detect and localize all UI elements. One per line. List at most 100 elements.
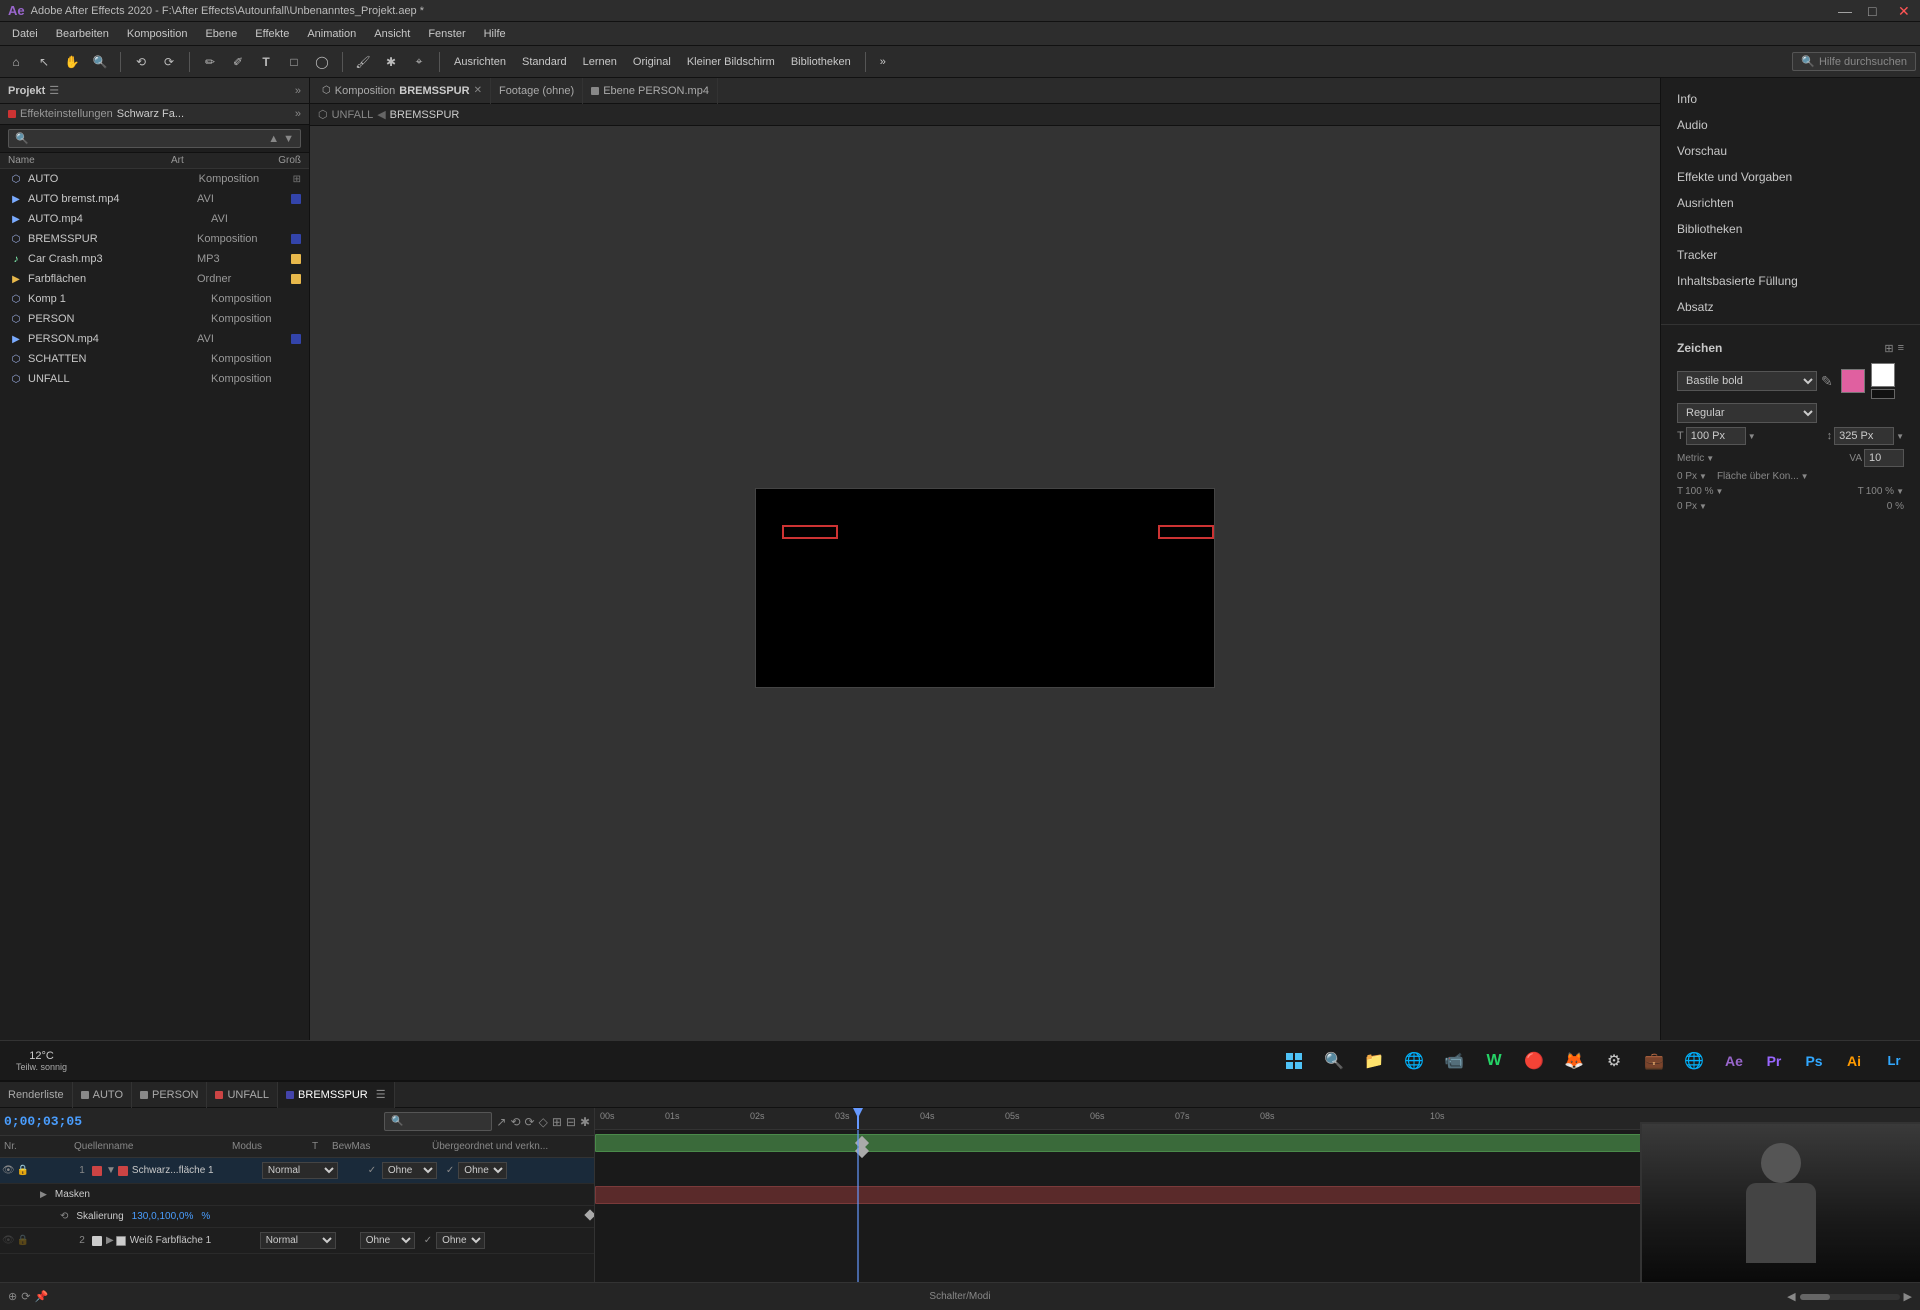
layer-2-eye[interactable]: 👁	[2, 1235, 15, 1246]
breadcrumb-left-icon[interactable]: ⬡	[318, 108, 328, 121]
search-taskbar-button[interactable]: 🔍	[1316, 1043, 1352, 1079]
tl-tab-bremsspur[interactable]: BREMSSPUR ☰	[278, 1082, 395, 1108]
font-select[interactable]: Bastile bold	[1677, 371, 1817, 391]
clone-tool[interactable]: ✱	[379, 50, 403, 74]
project-expand[interactable]: »	[295, 85, 301, 97]
project-menu-icon[interactable]: ☰	[49, 84, 59, 97]
search-input[interactable]	[33, 133, 265, 145]
layer-1-expand[interactable]: ▼	[106, 1165, 116, 1176]
tl-tool-4[interactable]: ◇	[539, 1115, 548, 1129]
tl-tab-person[interactable]: PERSON	[132, 1082, 207, 1108]
tl-tool-3[interactable]: ⟳	[525, 1115, 535, 1129]
layer-2-mask1-select[interactable]: Ohne	[360, 1232, 415, 1249]
stroke-color-swatch[interactable]	[1871, 363, 1895, 387]
layer-row-2[interactable]: 👁 🔒 2 ▶ Weiß Farbfläche 1 Normal	[0, 1228, 594, 1254]
tl-footer-icon3[interactable]: 📌	[34, 1290, 48, 1303]
menu-bearbeiten[interactable]: Bearbeiten	[48, 26, 117, 42]
vorschau-item[interactable]: Vorschau	[1661, 138, 1920, 164]
start-button[interactable]	[1276, 1043, 1312, 1079]
text-tool[interactable]: T	[254, 50, 278, 74]
tl-footer-icon2[interactable]: ⟳	[21, 1290, 30, 1303]
minimize-button[interactable]: —	[1838, 4, 1852, 18]
bibliotheken-button[interactable]: Bibliotheken	[785, 56, 857, 68]
app6-button[interactable]: 🔴	[1516, 1043, 1552, 1079]
skalierung-icon[interactable]: ⟲	[60, 1211, 68, 1222]
menu-fenster[interactable]: Fenster	[420, 26, 473, 42]
layer-2-expand[interactable]: ▶	[106, 1235, 114, 1246]
font-style-select[interactable]: Regular	[1677, 403, 1817, 423]
select-tool[interactable]: ↖	[32, 50, 56, 74]
ai-button[interactable]: Ai	[1836, 1043, 1872, 1079]
menu-datei[interactable]: Datei	[4, 26, 46, 42]
tab-close-comp[interactable]: ✕	[474, 85, 482, 96]
file-item-bremsspur[interactable]: ⬡ BREMSSPUR Komposition	[0, 229, 309, 249]
layer-1-mode-select[interactable]: Normal	[262, 1162, 338, 1179]
sort-down-icon[interactable]: ▼	[283, 133, 294, 145]
tl-footer-nav-left[interactable]: ◀	[1787, 1290, 1795, 1303]
menu-effekte[interactable]: Effekte	[247, 26, 297, 42]
layer-1-mask-select[interactable]: Ohne	[382, 1162, 437, 1179]
tl-tool-1[interactable]: ↗	[496, 1115, 506, 1129]
ausrichten-right-item[interactable]: Ausrichten	[1661, 190, 1920, 216]
tab-footage[interactable]: Footage (ohne)	[491, 78, 583, 104]
tl-tab-menu[interactable]: ☰	[376, 1088, 386, 1101]
menu-animation[interactable]: Animation	[299, 26, 364, 42]
file-item-person-mp4[interactable]: ▶ PERSON.mp4 AVI	[0, 329, 309, 349]
paint-tool[interactable]: 🖌	[351, 50, 375, 74]
ps-button[interactable]: Ps	[1796, 1043, 1832, 1079]
tl-tab-auto[interactable]: AUTO	[73, 1082, 132, 1108]
lernen-button[interactable]: Lernen	[577, 56, 623, 68]
tl-tool-6[interactable]: ⊟	[566, 1115, 576, 1129]
rotate-ccw-tool[interactable]: ⟲	[129, 50, 153, 74]
layer-1-time-select[interactable]: Ohne	[458, 1162, 507, 1179]
layer-1-eye[interactable]: 👁	[2, 1165, 15, 1176]
chrome-button[interactable]: 🌐	[1396, 1043, 1432, 1079]
kleiner-bildschirm-button[interactable]: Kleiner Bildschirm	[681, 56, 781, 68]
timeline-scrollbar[interactable]	[1800, 1294, 1900, 1300]
effect-expand[interactable]: »	[295, 108, 301, 120]
close-button[interactable]: ✕	[1898, 4, 1912, 18]
breadcrumb-bremsspur[interactable]: BREMSSPUR	[390, 109, 460, 121]
original-button[interactable]: Original	[627, 56, 677, 68]
tl-tool-2[interactable]: ⟲	[510, 1115, 520, 1129]
font-size-input[interactable]	[1686, 427, 1746, 445]
tl-footer-icon1[interactable]: ⊕	[8, 1290, 17, 1303]
layer-2-lock[interactable]: 🔒	[17, 1235, 29, 1246]
ausrichten-button[interactable]: Ausrichten	[448, 56, 512, 68]
zeichen-header[interactable]: Zeichen ⊞ ≡	[1669, 337, 1912, 359]
pr-button[interactable]: Pr	[1756, 1043, 1792, 1079]
absatz-item[interactable]: Absatz	[1661, 294, 1920, 320]
file-explorer-button[interactable]: 📁	[1356, 1043, 1392, 1079]
maximize-button[interactable]: □	[1868, 4, 1882, 18]
filemanager-button[interactable]: 💼	[1636, 1043, 1672, 1079]
toolbar-search-input[interactable]: Hilfe durchsuchen	[1819, 56, 1907, 68]
font-edit-icon[interactable]: ✎	[1821, 373, 1833, 390]
pen-tool[interactable]: ✏	[198, 50, 222, 74]
file-item-schatten[interactable]: ⬡ SCHATTEN Komposition	[0, 349, 309, 369]
file-item-person[interactable]: ⬡ PERSON Komposition	[0, 309, 309, 329]
tab-komposition[interactable]: ⬡ Komposition BREMSSPUR ✕	[314, 78, 491, 104]
layer-row-1[interactable]: 👁 🔒 1 ▼ Schwarz...fläche 1 Normal ✓	[0, 1158, 594, 1184]
inhaltsbasierte-item[interactable]: Inhaltsbasierte Füllung	[1661, 268, 1920, 294]
ellipse-tool[interactable]: ◯	[310, 50, 334, 74]
home-tool[interactable]: ⌂	[4, 50, 28, 74]
puppet-tool[interactable]: ⌖	[407, 50, 431, 74]
audio-item[interactable]: Audio	[1661, 112, 1920, 138]
breadcrumb-unfall[interactable]: UNFALL	[332, 109, 374, 121]
app8-button[interactable]: ⚙	[1596, 1043, 1632, 1079]
tl-tool-7[interactable]: ✱	[580, 1115, 590, 1129]
info-item[interactable]: Info	[1661, 86, 1920, 112]
mask-expand-icon[interactable]: ▶	[40, 1189, 47, 1200]
sort-up-icon[interactable]: ▲	[268, 133, 279, 145]
line-height-input[interactable]	[1834, 427, 1894, 445]
tl-tab-unfall[interactable]: UNFALL	[207, 1082, 278, 1108]
file-item-auto-mp4[interactable]: ▶ AUTO.mp4 AVI	[0, 209, 309, 229]
zeichen-expand-icon[interactable]: ≡	[1898, 342, 1904, 355]
layer-2-mode-select[interactable]: Normal	[260, 1232, 336, 1249]
toolbar-expand[interactable]: »	[874, 56, 892, 68]
tl-footer-nav-right[interactable]: ▶	[1904, 1290, 1912, 1303]
file-item-auto[interactable]: ⬡ AUTO Komposition ⊞	[0, 169, 309, 189]
add-vertex-tool[interactable]: ✐	[226, 50, 250, 74]
rect-tool[interactable]: □	[282, 50, 306, 74]
hand-tool[interactable]: ✋	[60, 50, 84, 74]
